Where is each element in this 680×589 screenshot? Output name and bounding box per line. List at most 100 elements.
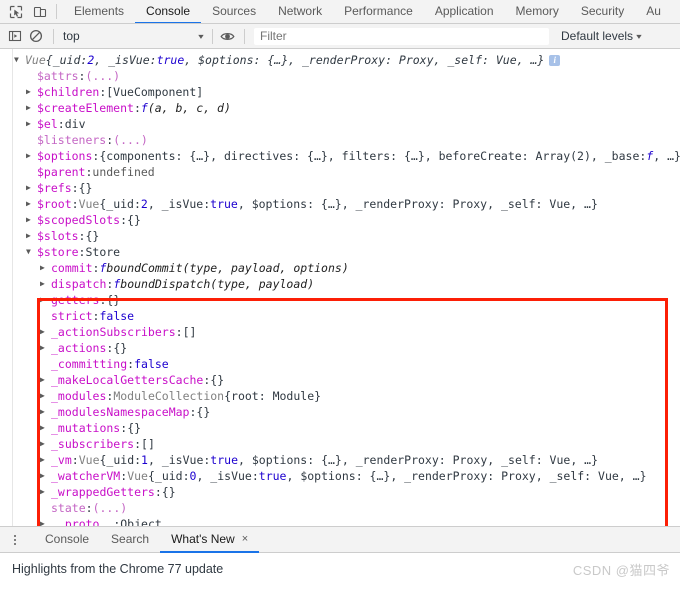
close-icon[interactable]: × [242, 533, 248, 545]
console-token: {_uid: [99, 197, 141, 211]
whats-new-headline: Highlights from the Chrome 77 update [12, 562, 224, 576]
console-property-line[interactable]: Vue {_uid: 2, _isVue: true, $options: {…… [0, 52, 680, 68]
console-token: {_uid: [99, 453, 142, 467]
console-token: : [106, 341, 114, 355]
console-toolbar-divider-2 [212, 28, 213, 44]
inspect-cursor-icon[interactable] [8, 4, 24, 20]
console-token: : [106, 389, 114, 403]
console-property-line[interactable]: _actions: {} [0, 340, 680, 356]
chevron-right-icon[interactable] [40, 516, 49, 526]
chevron-right-icon[interactable] [26, 116, 35, 132]
drawer-tab-console[interactable]: Console [34, 527, 100, 553]
console-token: ModuleCollection [113, 389, 225, 403]
console-property-line[interactable]: dispatch: f boundDispatch(type, payload) [0, 276, 680, 292]
console-property-line[interactable]: $el: div [0, 116, 680, 132]
console-property-line[interactable]: _makeLocalGettersCache: {} [0, 372, 680, 388]
filter-input[interactable] [254, 27, 549, 45]
console-property-line[interactable]: $children: [VueComponent] [0, 84, 680, 100]
console-token: : [154, 485, 162, 499]
chevron-right-icon[interactable] [40, 420, 49, 436]
console-token: [] [182, 325, 197, 339]
console-property-line[interactable]: commit: f boundCommit(type, payload, opt… [0, 260, 680, 276]
execution-context-label: top [63, 29, 80, 43]
tab-console[interactable]: Console [135, 0, 202, 23]
chevron-right-icon[interactable] [40, 340, 49, 356]
chevron-right-icon[interactable] [26, 212, 35, 228]
drawer-tab-label: Console [45, 532, 90, 546]
drawer-tab-whats-new[interactable]: What's New × [160, 527, 260, 553]
console-property-line[interactable]: $slots: {} [0, 228, 680, 244]
console-token: Vue [78, 453, 100, 467]
console-property-line[interactable]: _modulesNamespaceMap: {} [0, 404, 680, 420]
log-levels-selector[interactable]: Default levels ▾ [561, 29, 642, 43]
console-token: $root [37, 197, 72, 211]
console-property-line[interactable]: _mutations: {} [0, 420, 680, 436]
tab-performance[interactable]: Performance [333, 0, 424, 23]
console-token: strict [51, 309, 93, 323]
console-sidebar-icon[interactable] [6, 27, 24, 45]
chevron-right-icon[interactable] [40, 484, 49, 500]
console-property-line[interactable]: $refs: {} [0, 180, 680, 196]
console-property-line[interactable]: _subscribers: [] [0, 436, 680, 452]
console-token: : [120, 469, 128, 483]
device-toolbar-icon[interactable] [32, 4, 48, 20]
console-token: , $options: {…}, _renderProxy: Proxy, _s… [286, 469, 647, 483]
tab-application[interactable]: Application [424, 0, 505, 23]
console-property-line[interactable]: _committing: false [0, 356, 680, 372]
drawer-tab-search[interactable]: Search [100, 527, 160, 553]
chevron-right-icon[interactable] [40, 372, 49, 388]
console-property-line[interactable]: state: (...) [0, 500, 680, 516]
chevron-right-icon[interactable] [40, 436, 49, 452]
more-options-icon[interactable] [6, 534, 24, 545]
console-property-line[interactable]: $createElement: f (a, b, c, d) [0, 100, 680, 116]
tab-security[interactable]: Security [570, 0, 635, 23]
tab-sources[interactable]: Sources [201, 0, 267, 23]
console-property-line[interactable]: $parent: undefined [0, 164, 680, 180]
console-property-line[interactable]: $store: Store [0, 244, 680, 260]
console-property-line[interactable]: $attrs: (...) [0, 68, 680, 84]
console-token: Store [85, 245, 121, 259]
console-token: : [85, 501, 93, 515]
console-property-line[interactable]: __proto__: Object [0, 516, 680, 526]
console-property-line[interactable]: $root: Vue {_uid: 2, _isVue: true, $opti… [0, 196, 680, 212]
console-property-line[interactable]: _modules: ModuleCollection {root: Module… [0, 388, 680, 404]
console-token: : [120, 421, 128, 435]
clear-console-icon[interactable] [27, 27, 45, 45]
console-output[interactable]: Vue {_uid: 2, _isVue: true, $options: {…… [0, 49, 680, 527]
console-property-line[interactable]: $listeners: (...) [0, 132, 680, 148]
execution-context-selector[interactable]: top ▾ [59, 29, 207, 43]
chevron-right-icon[interactable] [26, 100, 35, 116]
console-property-line[interactable]: $scopedSlots: {} [0, 212, 680, 228]
chevron-right-icon[interactable] [26, 148, 35, 164]
chevron-right-icon[interactable] [26, 84, 35, 100]
chevron-right-icon[interactable] [26, 196, 35, 212]
chevron-right-icon[interactable] [40, 452, 49, 468]
chevron-right-icon[interactable] [40, 260, 49, 276]
chevron-right-icon[interactable] [40, 468, 49, 484]
chevron-right-icon[interactable] [40, 292, 49, 308]
live-expression-icon[interactable] [218, 27, 236, 45]
tab-memory[interactable]: Memory [505, 0, 570, 23]
chevron-down-icon[interactable] [26, 244, 35, 260]
chevron-down-icon: ▾ [198, 31, 204, 41]
chevron-right-icon[interactable] [26, 180, 35, 196]
info-icon[interactable]: i [549, 54, 561, 66]
console-property-line[interactable]: strict: false [0, 308, 680, 324]
chevron-down-icon[interactable] [14, 52, 23, 68]
tab-network[interactable]: Network [267, 0, 333, 23]
console-property-line[interactable]: _vm: Vue {_uid: 1, _isVue: true, $option… [0, 452, 680, 468]
console-property-line[interactable]: getters: {} [0, 292, 680, 308]
tab-elements[interactable]: Elements [63, 0, 135, 23]
console-property-line[interactable]: _wrappedGetters: {} [0, 484, 680, 500]
tab-audits[interactable]: Au [635, 0, 672, 23]
chevron-right-icon[interactable] [26, 228, 35, 244]
console-property-line[interactable]: $options: {components: {…}, directives: … [0, 148, 680, 164]
chevron-right-icon[interactable] [40, 324, 49, 340]
chevron-right-icon[interactable] [40, 276, 49, 292]
console-token: : [92, 309, 100, 323]
chevron-right-icon[interactable] [40, 404, 49, 420]
console-property-line[interactable]: _actionSubscribers: [] [0, 324, 680, 340]
console-property-line[interactable]: _watcherVM: Vue {_uid: 0, _isVue: true, … [0, 468, 680, 484]
chevron-right-icon[interactable] [40, 388, 49, 404]
drawer-tab-label: Search [111, 532, 150, 546]
